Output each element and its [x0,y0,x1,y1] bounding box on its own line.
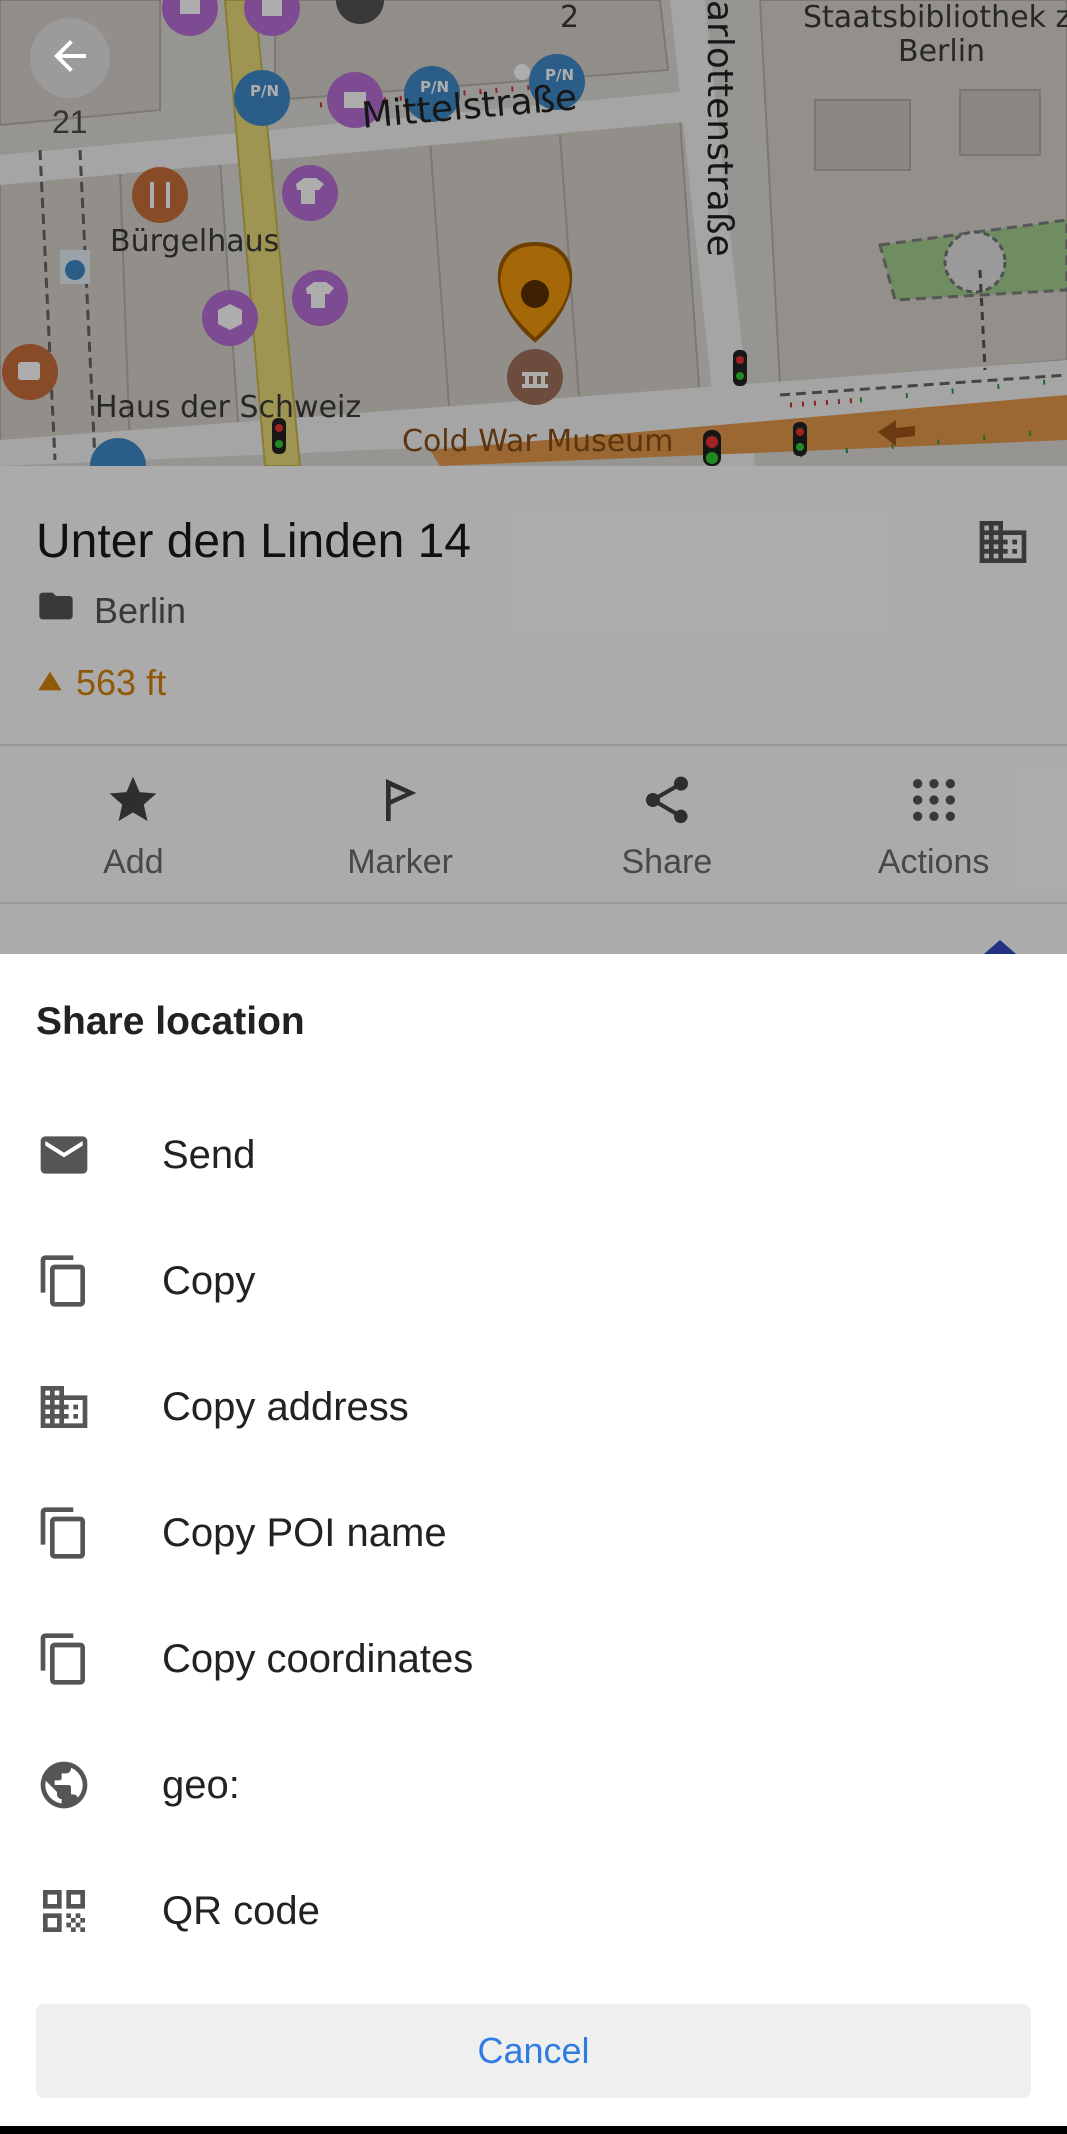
grid-dots-icon [906,772,962,833]
mail-icon [0,1127,162,1183]
place-title: Unter den Linden 14 [36,515,471,568]
copy-icon [0,1253,162,1309]
actions-button[interactable]: Actions [800,746,1067,906]
share-item-copy[interactable]: Copy [0,1218,1067,1344]
actions-button-label: Actions [877,843,990,881]
zoom-level-label: 21 [52,104,88,140]
share-item-label: Copy address [162,1384,409,1429]
qr-code-icon [0,1883,162,1939]
map-label-cold-war-museum: Cold War Museum [402,424,674,459]
back-button[interactable] [30,18,110,98]
share-item-copy-coordinates[interactable]: Copy coordinates [0,1596,1067,1722]
copy-icon [0,1631,162,1687]
elevation-row: 563 ft [36,662,166,704]
triangle-up-icon [36,662,64,704]
share-icon [639,772,695,833]
folder-name: Berlin [94,589,187,631]
divider [0,902,1067,904]
share-location-sheet: Share location Send Copy Copy address Co… [0,954,1067,2126]
map-label-library-line2: Berlin [898,34,986,69]
share-item-geo[interactable]: geo: [0,1722,1067,1848]
folder-icon [36,586,76,635]
share-item-label: QR code [162,1888,320,1933]
share-item-label: geo: [162,1762,240,1807]
share-item-label: Copy [162,1258,256,1303]
map-label-haus-der-schweiz: Haus der Schweiz [95,390,362,425]
marker-button-label: Marker [347,843,454,881]
map-label-buergelhaus: Bürgelhaus [110,224,280,259]
share-button[interactable]: Share [534,746,801,906]
share-item-label: Send [162,1132,256,1177]
copy-icon [0,1505,162,1561]
add-button[interactable]: Add [0,746,267,906]
map-label-building-number: 2 [560,0,580,35]
share-item-label: Copy POI name [162,1510,447,1555]
arrow-left-icon [46,32,94,85]
flag-icon [372,772,428,833]
add-button-label: Add [103,843,164,881]
share-item-label: Copy coordinates [162,1636,474,1681]
sheet-title: Share location [36,1000,305,1043]
star-icon [105,772,161,833]
folder-row[interactable]: Berlin [36,586,186,635]
globe-icon [0,1757,162,1813]
building-icon [0,1379,162,1435]
map-label-charlottenstrasse: arlottenstraße [699,0,740,257]
cancel-button[interactable]: Cancel [36,2004,1031,2098]
share-item-send[interactable]: Send [0,1092,1067,1218]
elevation-value: 563 ft [76,662,167,703]
map-label-library-line1: Staatsbibliothek zu [803,0,1067,35]
share-item-qr-code[interactable]: QR code [0,1848,1067,1974]
map-view[interactable]: P/N P/N P/N 2 Staatsbibliothek zu Berlin… [0,0,1067,466]
marker-button[interactable]: Marker [267,746,534,906]
svg-text:P/N: P/N [250,82,279,100]
share-button-label: Share [621,843,713,881]
share-item-copy-address[interactable]: Copy address [0,1344,1067,1470]
place-info-card: Unter den Linden 14 Berlin 563 ft Add Ma… [0,466,1067,954]
building-icon [975,514,1031,575]
share-item-copy-poi-name[interactable]: Copy POI name [0,1470,1067,1596]
system-nav-bar [0,2126,1067,2134]
action-bar: Add Marker Share Actions [0,746,1067,906]
